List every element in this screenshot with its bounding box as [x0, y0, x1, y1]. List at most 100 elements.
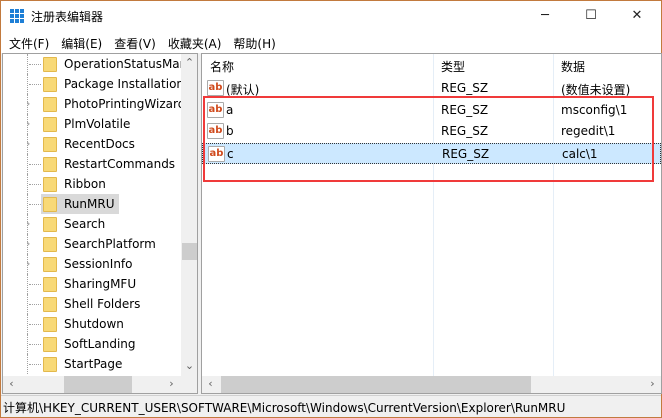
folder-icon: [43, 177, 57, 192]
expand-chevron-icon[interactable]: ›: [26, 217, 30, 230]
expand-chevron-icon[interactable]: ›: [26, 237, 30, 250]
expand-chevron-icon[interactable]: ›: [26, 257, 30, 270]
tree-item[interactable]: StartPage: [3, 354, 181, 374]
title-bar: 注册表编辑器 ─ ☐ ✕: [1, 1, 661, 31]
column-header-name[interactable]: 名称: [210, 58, 234, 78]
tree-item[interactable]: Package Installation: [3, 74, 181, 94]
menu-file[interactable]: 文件(F): [3, 31, 55, 53]
tree-line: [27, 154, 28, 174]
tree-item[interactable]: OperationStatusManager: [3, 54, 181, 74]
tree-horizontal-scrollbar[interactable]: ‹ ›: [3, 376, 197, 393]
folder-icon: [43, 217, 57, 232]
tree-item[interactable]: › SessionInfo: [3, 254, 181, 274]
tree-item[interactable]: RestartCommands: [3, 154, 181, 174]
tree-line: [27, 334, 28, 354]
tree-item-label: Ribbon: [64, 177, 106, 191]
scroll-left-icon[interactable]: ‹: [202, 377, 219, 390]
tree-item[interactable]: SharingMFU: [3, 274, 181, 294]
value-name: b: [226, 124, 234, 138]
tree-item-label: RecentDocs: [64, 137, 135, 151]
close-button[interactable]: ✕: [614, 1, 660, 31]
tree-line: [29, 64, 41, 65]
string-value-icon: ab: [207, 80, 224, 96]
menu-view[interactable]: 查看(V): [108, 31, 162, 53]
tree-item-label: SharingMFU: [64, 277, 137, 291]
folder-icon: [43, 117, 57, 132]
tree-item-label: OperationStatusManager: [64, 57, 181, 71]
value-name: a: [226, 102, 234, 117]
maximize-button[interactable]: ☐: [568, 1, 614, 31]
tree-item[interactable]: SoftLanding: [3, 334, 181, 354]
tree-item[interactable]: Shutdown: [3, 314, 181, 334]
tree-line: [29, 344, 41, 345]
tree-item-label: RestartCommands: [64, 157, 176, 171]
tree-item-label: SessionInfo: [64, 257, 133, 271]
expand-chevron-icon[interactable]: ›: [26, 97, 30, 110]
tree-vertical-scrollbar[interactable]: ⌃ ⌄: [181, 54, 197, 376]
scroll-thumb[interactable]: [64, 376, 132, 393]
folder-icon: [43, 157, 57, 172]
registry-editor-window: 注册表编辑器 ─ ☐ ✕ 文件(F) 编辑(E) 查看(V) 收藏夹(A) 帮助…: [0, 0, 662, 418]
string-value-icon: ab: [208, 145, 225, 162]
tree-item[interactable]: › SearchPlatform: [3, 234, 181, 254]
value-row[interactable]: ab c REG_SZ calc\1: [202, 142, 661, 164]
folder-icon: [43, 237, 57, 252]
expand-chevron-icon[interactable]: ›: [26, 117, 30, 130]
tree-line: [27, 194, 28, 214]
tree-item-label: Shell Folders: [64, 297, 141, 311]
folder-icon: [43, 357, 57, 372]
value-name: c: [227, 146, 234, 161]
scroll-thumb[interactable]: [182, 243, 197, 260]
tree-item[interactable]: › PlmVolatile: [3, 114, 181, 134]
tree-line: [27, 294, 28, 314]
tree-line: [29, 324, 41, 325]
menu-help[interactable]: 帮助(H): [227, 31, 281, 53]
tree-item[interactable]: RunMRU: [3, 194, 181, 214]
regedit-app-icon: [10, 9, 24, 23]
value-type: REG_SZ: [441, 124, 489, 138]
tree-item[interactable]: › PhotoPrintingWizard: [3, 94, 181, 114]
tree-item-label: PlmVolatile: [64, 117, 131, 131]
folder-icon: [43, 317, 57, 332]
tree-line: [29, 84, 41, 85]
scroll-right-icon[interactable]: ›: [163, 377, 180, 390]
value-row[interactable]: ab (默认) REG_SZ (数值未设置): [202, 78, 661, 99]
value-row[interactable]: ab b REG_SZ regedit\1: [202, 121, 661, 142]
tree-item[interactable]: › Search: [3, 214, 181, 234]
expand-chevron-icon[interactable]: ›: [26, 137, 30, 150]
menu-bar: 文件(F) 编辑(E) 查看(V) 收藏夹(A) 帮助(H): [1, 31, 661, 53]
tree-line: [29, 204, 41, 205]
value-data: (数值未设置): [561, 83, 631, 97]
tree-item-label: StartPage: [64, 357, 123, 371]
column-header-type[interactable]: 类型: [441, 58, 465, 78]
value-type: REG_SZ: [441, 102, 489, 117]
tree-item-label: Shutdown: [64, 317, 124, 331]
tree-line: [29, 164, 41, 165]
tree-line: [27, 274, 28, 294]
scroll-down-icon[interactable]: ⌄: [181, 359, 197, 372]
minimize-button[interactable]: ─: [522, 1, 568, 31]
tree-line: [27, 314, 28, 334]
menu-edit[interactable]: 编辑(E): [55, 31, 108, 53]
value-row[interactable]: ab a REG_SZ msconfig\1: [202, 100, 661, 121]
scroll-left-icon[interactable]: ‹: [3, 377, 20, 390]
folder-icon: [43, 77, 57, 92]
tree-item-label: SoftLanding: [64, 337, 136, 351]
status-bar-path: 计算机\HKEY_CURRENT_USER\SOFTWARE\Microsoft…: [1, 395, 661, 417]
scroll-up-icon[interactable]: ⌃: [181, 56, 197, 69]
tree-item[interactable]: › RecentDocs: [3, 134, 181, 154]
tree-item[interactable]: Shell Folders: [3, 294, 181, 314]
menu-favorites[interactable]: 收藏夹(A): [162, 31, 228, 53]
tree-line: [27, 174, 28, 194]
string-value-icon: ab: [207, 101, 224, 118]
tree-item[interactable]: Ribbon: [3, 174, 181, 194]
value-type: REG_SZ: [442, 146, 490, 161]
value-data: msconfig\1: [561, 102, 628, 117]
column-header-data[interactable]: 数据: [561, 58, 585, 78]
value-data: calc\1: [562, 146, 598, 161]
tree-item-label: RunMRU: [61, 196, 118, 212]
scroll-thumb[interactable]: [221, 376, 531, 393]
tree-item-label: PhotoPrintingWizard: [64, 97, 181, 111]
scroll-right-icon[interactable]: ›: [644, 377, 661, 390]
values-horizontal-scrollbar[interactable]: ‹ ›: [202, 376, 661, 393]
